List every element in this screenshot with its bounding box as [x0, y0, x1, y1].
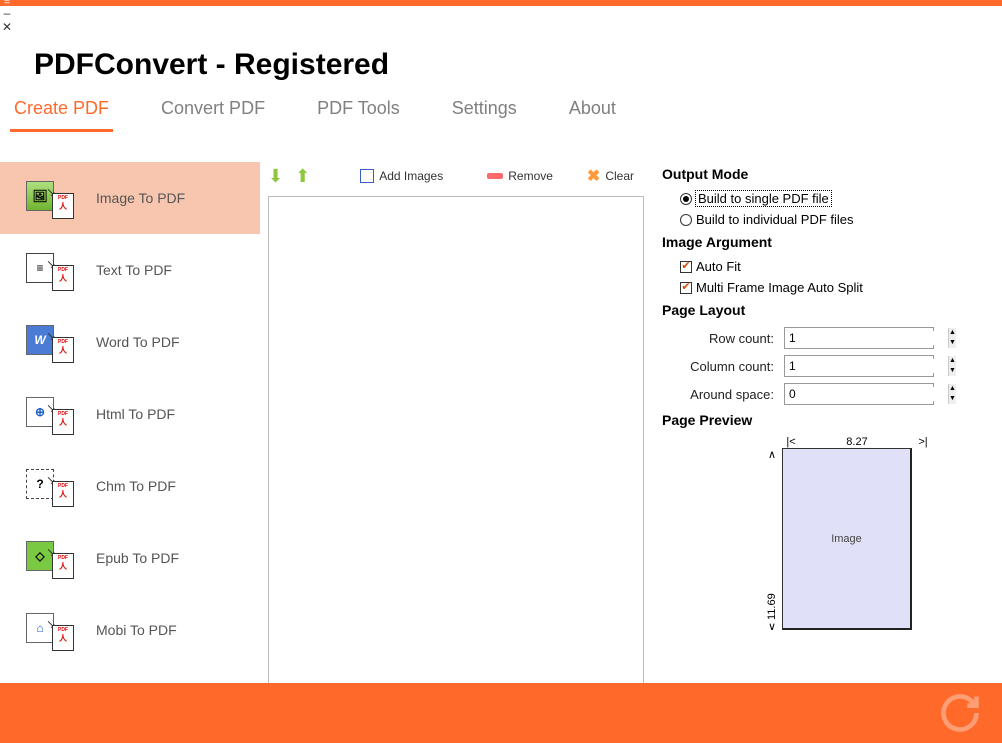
sidebar-item-label: Image To PDF — [96, 190, 185, 206]
column-count-down[interactable]: ▼ — [949, 366, 956, 376]
preview-height-handle-top[interactable]: ∧ — [768, 448, 776, 460]
sidebar: 🖼 ↘ 人 Image To PDF ≡ ↘ 人 Text To PDF W ↘… — [0, 162, 260, 686]
column-count-up[interactable]: ▲ — [949, 356, 956, 366]
preview-page: Image — [782, 448, 912, 630]
around-space-input[interactable] — [785, 387, 948, 401]
column-count-row: Column count: ▲▼ — [662, 352, 984, 380]
preview-width-handle-right[interactable]: >| — [914, 436, 932, 448]
remove-icon — [487, 173, 503, 179]
around-space-up[interactable]: ▲ — [949, 384, 956, 394]
sidebar-item-chm-to-pdf[interactable]: ? ↘ 人 Chm To PDF — [0, 450, 260, 522]
row-count-label: Row count: — [680, 331, 784, 346]
row-count-row: Row count: ▲▼ — [662, 324, 984, 352]
clear-label: Clear — [605, 169, 634, 183]
auto-fit-label: Auto Fit — [696, 259, 741, 274]
column-count-spinner[interactable]: ▲▼ — [784, 355, 934, 377]
output-mode-heading: Output Mode — [662, 166, 984, 182]
tab-about[interactable]: About — [565, 94, 620, 132]
add-icon — [360, 169, 374, 183]
chm-icon: ? ↘ 人 — [26, 469, 60, 503]
auto-split-row[interactable]: ✔ Multi Frame Image Auto Split — [662, 277, 984, 298]
move-down-button[interactable]: ⬇ — [268, 166, 283, 187]
sidebar-item-label: Chm To PDF — [96, 478, 176, 494]
image-argument-heading: Image Argument — [662, 234, 984, 250]
tab-pdf-tools[interactable]: PDF Tools — [313, 94, 404, 132]
page-layout-heading: Page Layout — [662, 302, 984, 318]
minimize-button[interactable]: – — [0, 6, 14, 20]
tab-convert-pdf[interactable]: Convert PDF — [157, 94, 269, 132]
output-mode-single-label: Build to single PDF file — [696, 191, 831, 206]
close-button[interactable]: ✕ — [0, 20, 14, 34]
row-count-spinner[interactable]: ▲▼ — [784, 327, 934, 349]
sidebar-item-label: Text To PDF — [96, 262, 172, 278]
row-count-input[interactable] — [785, 331, 948, 345]
around-space-spinner[interactable]: ▲▼ — [784, 383, 934, 405]
radio-single-pdf[interactable] — [680, 193, 692, 205]
around-space-label: Around space: — [680, 387, 784, 402]
sidebar-item-word-to-pdf[interactable]: W ↘ 人 Word To PDF — [0, 306, 260, 378]
sidebar-item-html-to-pdf[interactable]: ⊕ ↘ 人 Html To PDF — [0, 378, 260, 450]
clear-icon: ✖ — [587, 166, 600, 186]
radio-individual-pdf[interactable] — [680, 214, 692, 226]
row-count-down[interactable]: ▼ — [949, 338, 956, 348]
preview-height-value: 11.69 — [766, 460, 778, 620]
window-controls: – ✕ — [0, 6, 1002, 34]
add-images-button[interactable]: Add Images — [360, 169, 443, 183]
file-list[interactable] — [268, 196, 644, 686]
app-title: PDFConvert - Registered — [0, 34, 1002, 94]
column-count-label: Column count: — [680, 359, 784, 374]
text-icon: ≡ ↘ 人 — [26, 253, 60, 287]
sidebar-item-label: Epub To PDF — [96, 550, 179, 566]
html-icon: ⊕ ↘ 人 — [26, 397, 60, 431]
preview-width-handle-left[interactable]: |< — [782, 436, 800, 448]
checkbox-auto-fit[interactable]: ✔ — [680, 261, 692, 273]
row-count-up[interactable]: ▲ — [949, 328, 956, 338]
output-mode-individual-row[interactable]: Build to individual PDF files — [662, 209, 984, 230]
content-area: 🖼 ↘ 人 Image To PDF ≡ ↘ 人 Text To PDF W ↘… — [0, 132, 1002, 686]
preview-placeholder: Image — [831, 533, 862, 545]
epub-icon: ◇ ↘ 人 — [26, 541, 60, 575]
around-space-down[interactable]: ▼ — [949, 394, 956, 404]
checkbox-auto-split[interactable]: ✔ — [680, 282, 692, 294]
remove-label: Remove — [508, 169, 553, 183]
tab-create-pdf[interactable]: Create PDF — [10, 94, 113, 132]
page-preview: |< 8.27 >| ∧ 11.69 ∨ Image — [762, 436, 984, 632]
sidebar-item-epub-to-pdf[interactable]: ◇ ↘ 人 Epub To PDF — [0, 522, 260, 594]
preview-width-value: 8.27 — [800, 436, 914, 448]
auto-split-label: Multi Frame Image Auto Split — [696, 280, 863, 295]
sidebar-item-label: Word To PDF — [96, 334, 180, 350]
main-tabs: Create PDF Convert PDF PDF Tools Setting… — [0, 94, 1002, 132]
sidebar-item-mobi-to-pdf[interactable]: ⌂ ↘ 人 Mobi To PDF — [0, 594, 260, 666]
sidebar-item-label: Html To PDF — [96, 406, 175, 422]
remove-button[interactable]: Remove — [487, 169, 553, 183]
output-mode-individual-label: Build to individual PDF files — [696, 212, 854, 227]
tab-settings[interactable]: Settings — [448, 94, 521, 132]
file-panel: ⬇ ⬆ Add Images Remove ✖ Clear — [260, 162, 662, 686]
preview-height-handle-bottom[interactable]: ∨ — [768, 620, 776, 632]
settings-panel: Output Mode Build to single PDF file Bui… — [662, 162, 1002, 686]
bottom-bar — [0, 683, 1002, 743]
mobi-icon: ⌂ ↘ 人 — [26, 613, 60, 647]
auto-fit-row[interactable]: ✔ Auto Fit — [662, 256, 984, 277]
word-icon: W ↘ 人 — [26, 325, 60, 359]
clear-button[interactable]: ✖ Clear — [587, 166, 634, 186]
move-up-button[interactable]: ⬆ — [295, 166, 310, 187]
output-mode-single-row[interactable]: Build to single PDF file — [662, 188, 984, 209]
file-toolbar: ⬇ ⬆ Add Images Remove ✖ Clear — [268, 162, 644, 190]
sidebar-item-image-to-pdf[interactable]: 🖼 ↘ 人 Image To PDF — [0, 162, 260, 234]
column-count-input[interactable] — [785, 359, 948, 373]
refresh-icon — [938, 691, 982, 735]
sidebar-item-label: Mobi To PDF — [96, 622, 177, 638]
image-icon: 🖼 ↘ 人 — [26, 181, 60, 215]
add-images-label: Add Images — [379, 169, 443, 183]
around-space-row: Around space: ▲▼ — [662, 380, 984, 408]
page-preview-heading: Page Preview — [662, 412, 984, 428]
sidebar-item-text-to-pdf[interactable]: ≡ ↘ 人 Text To PDF — [0, 234, 260, 306]
